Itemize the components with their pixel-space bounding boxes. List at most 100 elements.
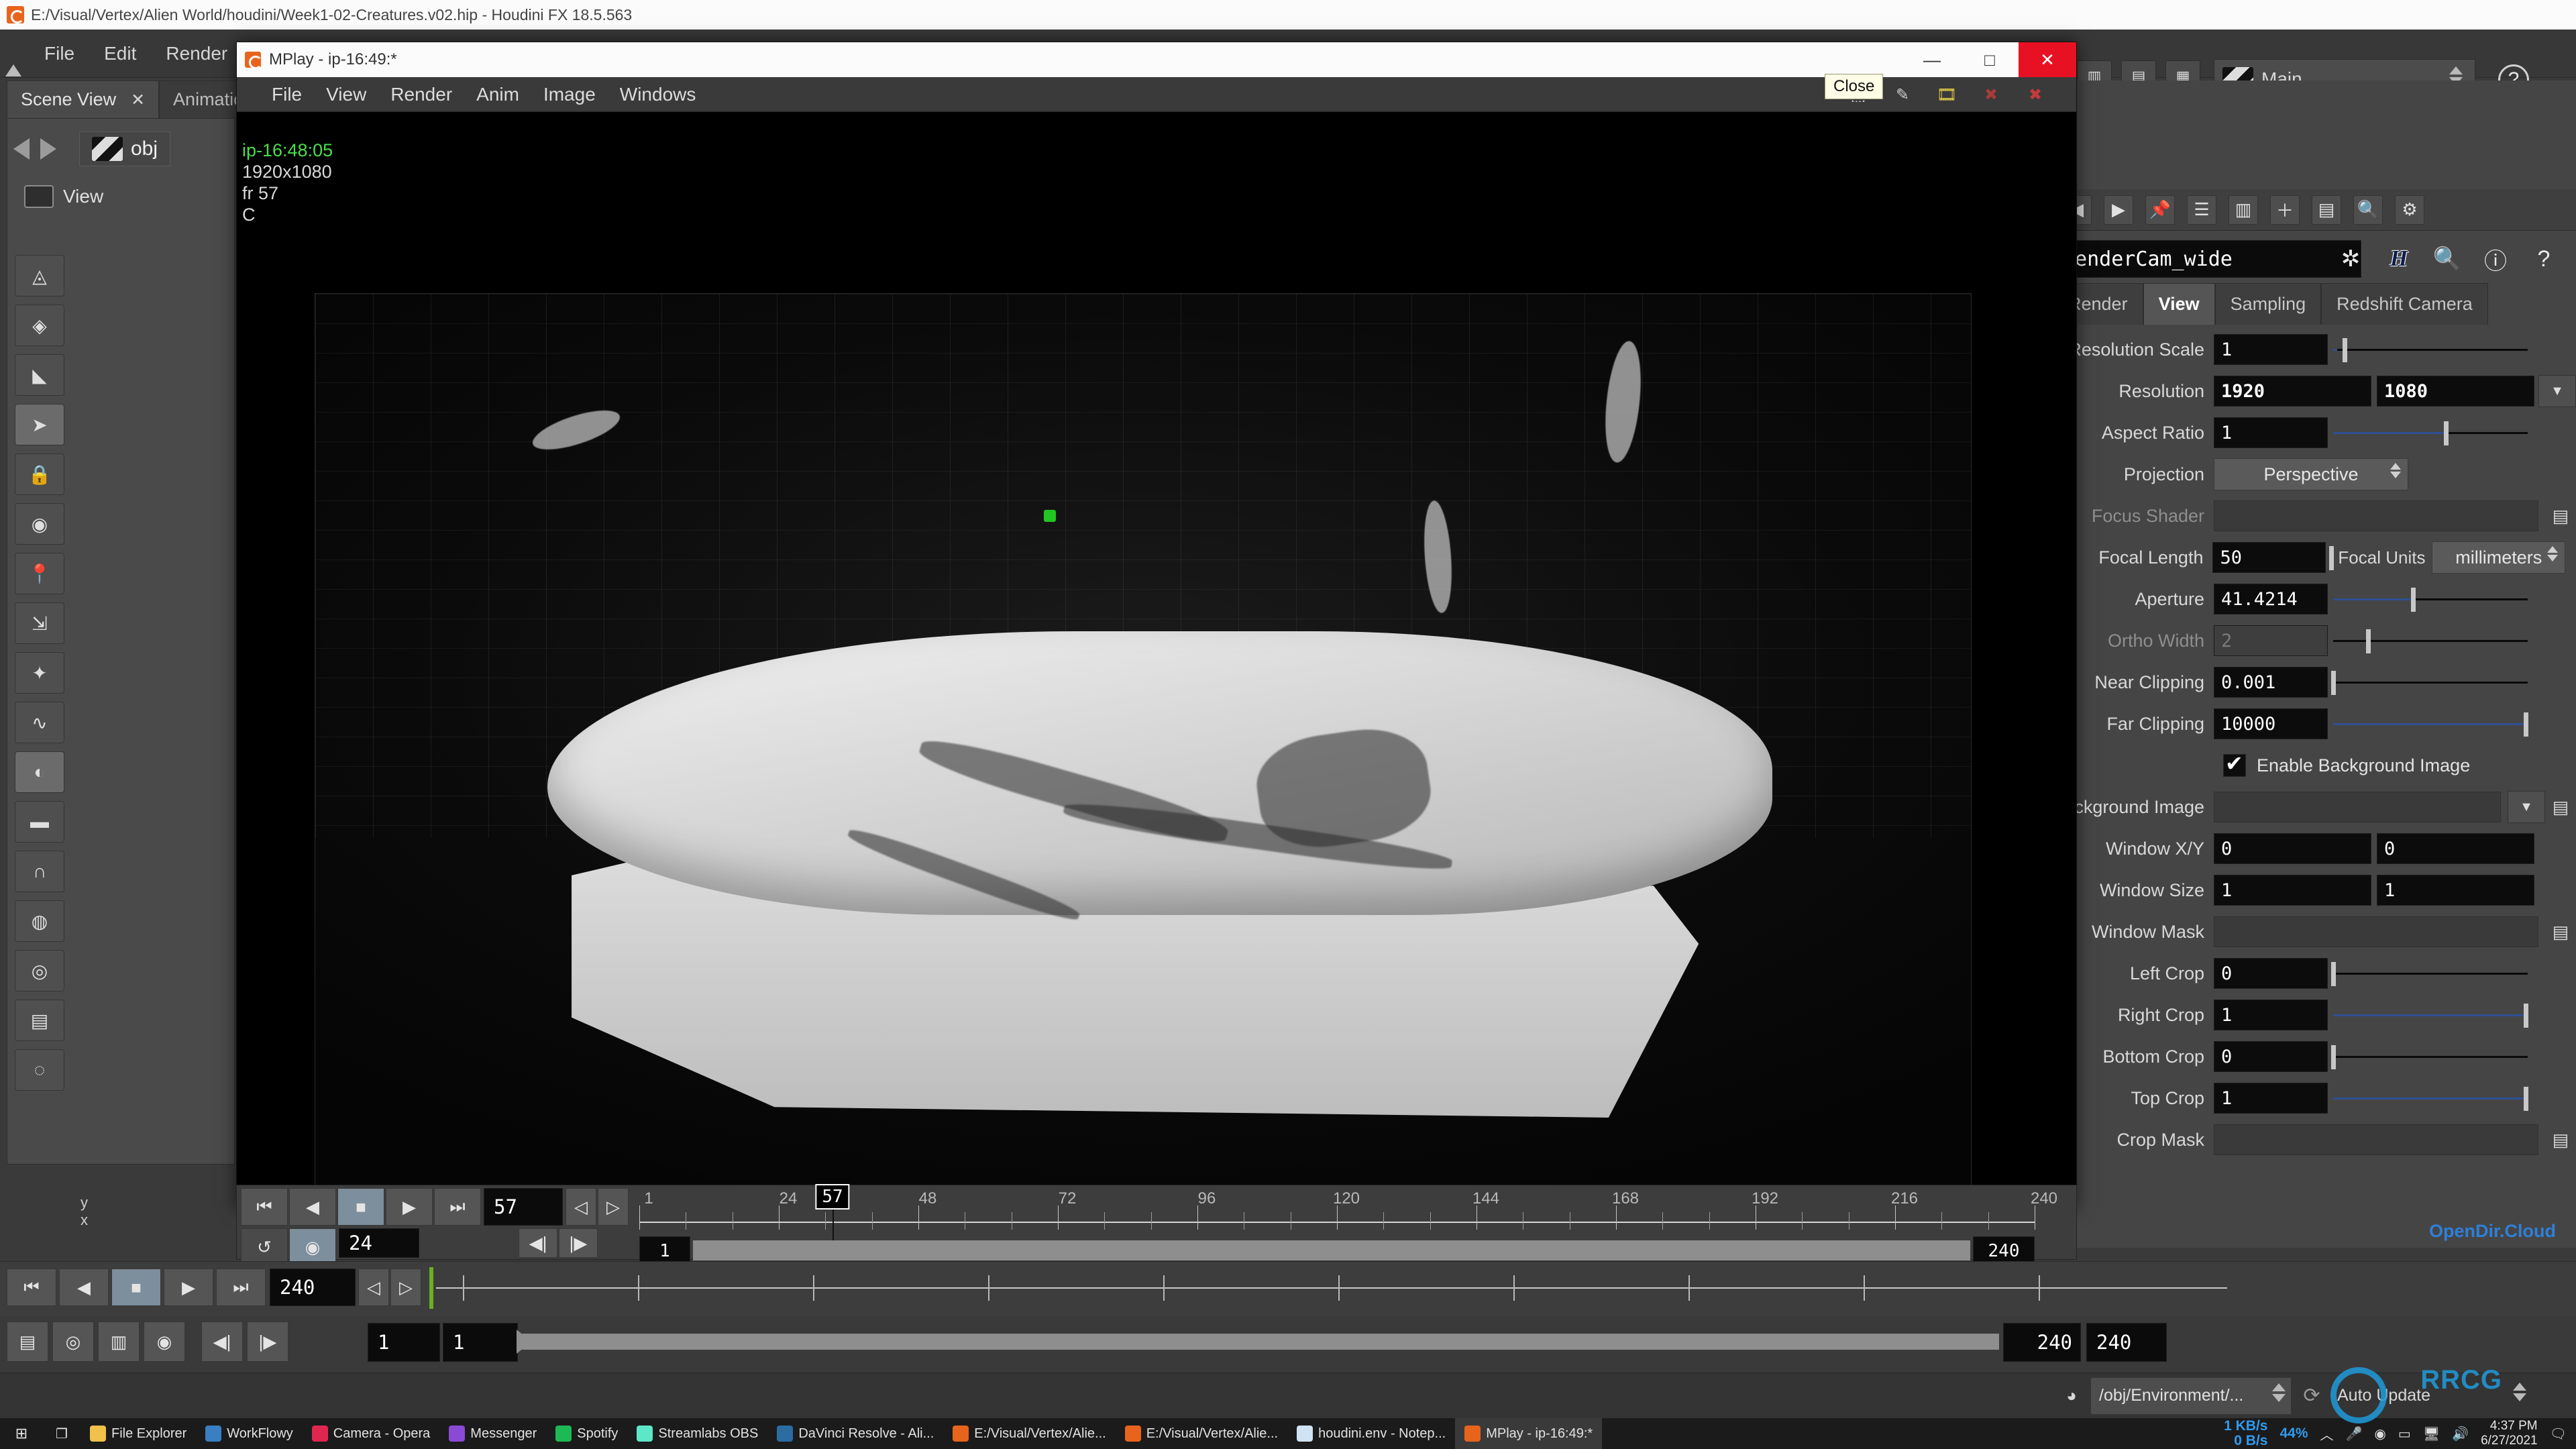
menu-render[interactable]: Render bbox=[151, 30, 242, 78]
mplay-menu-render[interactable]: Render bbox=[378, 84, 464, 105]
hou-frame-field[interactable]: 240 bbox=[270, 1269, 356, 1306]
mplay-menu-file[interactable]: File bbox=[260, 84, 314, 105]
mplay-play-button[interactable]: ▶ bbox=[386, 1188, 433, 1226]
clock[interactable]: 4:37 PM 6/27/2021 bbox=[2481, 1419, 2538, 1448]
notifications-icon[interactable]: 🗨 bbox=[2550, 1426, 2567, 1442]
curve-tool-icon[interactable]: ∿ bbox=[15, 702, 64, 743]
handle-tool-icon[interactable]: ◈ bbox=[15, 305, 64, 346]
minimize-button[interactable]: — bbox=[1903, 42, 1961, 77]
snapshot-tool-icon[interactable]: ◌ bbox=[15, 1049, 64, 1091]
taskbar-item[interactable]: Camera - Opera bbox=[303, 1418, 440, 1449]
location-icon[interactable]: ◉ bbox=[2374, 1426, 2385, 1442]
taskbar-item[interactable]: houdini.env - Notep... bbox=[1287, 1418, 1455, 1449]
mplay-menu-windows[interactable]: Windows bbox=[608, 84, 708, 105]
param-slider[interactable] bbox=[2333, 584, 2528, 614]
mplay-loop-button[interactable]: ↺ bbox=[241, 1228, 288, 1266]
start-button[interactable]: ⊞ bbox=[0, 1418, 43, 1449]
param-slider[interactable] bbox=[2331, 958, 2528, 989]
node-path-selector[interactable]: /obj/Environment/... bbox=[2090, 1377, 2292, 1415]
op-chooser-icon[interactable]: ▤ bbox=[2545, 1124, 2576, 1155]
menu-edit[interactable]: Edit bbox=[89, 30, 151, 78]
filmstrip-icon[interactable]: 🎞 bbox=[1930, 80, 1964, 109]
param-slider[interactable] bbox=[2331, 1041, 2528, 1072]
volume-icon[interactable]: 🔊 bbox=[2452, 1426, 2469, 1442]
tab-redshift-camera[interactable]: Redshift Camera bbox=[2321, 283, 2488, 325]
mplay-titlebar[interactable]: MPlay - ip-16:49:* — □ ✕ bbox=[237, 42, 2076, 77]
hou-play-button[interactable]: ▶ bbox=[164, 1269, 213, 1306]
maximize-button[interactable]: □ bbox=[1961, 42, 2019, 77]
stop-render-icon[interactable]: ✖ bbox=[1974, 80, 2008, 109]
mplay-menu-image[interactable]: Image bbox=[531, 84, 608, 105]
tab-sampling[interactable]: Sampling bbox=[2214, 283, 2322, 325]
param-value-field[interactable]: 1 bbox=[2214, 334, 2328, 365]
param-slider[interactable] bbox=[2333, 1083, 2529, 1114]
search-panel-icon[interactable]: 🔍 bbox=[2353, 195, 2383, 225]
mplay-jump-start-button[interactable]: ⏮ bbox=[241, 1188, 288, 1226]
param-slider[interactable] bbox=[2333, 417, 2528, 448]
viewport-view-label[interactable]: View bbox=[24, 185, 103, 208]
lock-tool-icon[interactable]: 🔒 bbox=[15, 453, 64, 495]
global-end-field[interactable]: 240 bbox=[2086, 1323, 2167, 1362]
forward-arrow-icon[interactable] bbox=[40, 138, 56, 160]
chevron-down-icon[interactable]: ▼ bbox=[2538, 375, 2576, 407]
help-question-icon[interactable]: ? bbox=[2526, 241, 2561, 276]
range-fill[interactable] bbox=[522, 1334, 1999, 1350]
edit-image-icon[interactable]: ✎ bbox=[1886, 80, 1919, 109]
chevron-down-icon[interactable]: ▼ bbox=[2508, 791, 2545, 823]
microphone-icon[interactable]: 🎤 bbox=[2346, 1426, 2363, 1442]
param-slider[interactable] bbox=[2333, 708, 2529, 739]
taskbar-item[interactable]: Spotify bbox=[546, 1418, 627, 1449]
playbar-settings-icon[interactable]: ▤ bbox=[7, 1322, 48, 1362]
hou-stop-button[interactable]: ■ bbox=[111, 1269, 161, 1306]
mplay-frame-field[interactable]: 57 bbox=[484, 1188, 563, 1226]
refresh-icon[interactable]: ⟳ bbox=[2292, 1377, 2332, 1415]
param-path-field[interactable] bbox=[2214, 1124, 2538, 1155]
select-tool-icon[interactable]: ◬ bbox=[15, 255, 64, 297]
list-icon[interactable]: ☰ bbox=[2187, 195, 2216, 225]
pin-tool-icon[interactable]: 📍 bbox=[15, 553, 64, 594]
hou-playhead[interactable] bbox=[429, 1267, 433, 1309]
param-value-field[interactable]: 10000 bbox=[2214, 708, 2328, 739]
taskbar-item[interactable]: WorkFlowy bbox=[196, 1418, 303, 1449]
op-chooser-icon[interactable]: ▤ bbox=[2545, 916, 2576, 947]
taskbar-item[interactable]: MPlay - ip-16:49:* bbox=[1455, 1418, 1603, 1449]
pointer-tool-icon[interactable]: ➤ bbox=[15, 404, 64, 445]
param-value-field-2[interactable]: 1 bbox=[2377, 875, 2534, 906]
node-name-field[interactable]: renderCam_wide bbox=[2053, 240, 2361, 278]
mplay-canvas[interactable]: ip-16:48:05 1920x1080 fr 57 C bbox=[237, 112, 2076, 1232]
op-chooser-icon[interactable]: ▤ bbox=[2545, 792, 2576, 822]
param-path-field[interactable] bbox=[2214, 916, 2538, 947]
globe-tool-icon[interactable]: ◍ bbox=[15, 900, 64, 942]
mplay-timeline-ruler[interactable]: 1 24 48 72 96 120 144 168 192 216 240 57 bbox=[639, 1184, 2057, 1246]
taskbar-item[interactable]: File Explorer bbox=[80, 1418, 196, 1449]
checkbox-icon[interactable] bbox=[2223, 751, 2246, 777]
range-end-field[interactable]: 240 bbox=[2003, 1323, 2081, 1362]
layers-tool-icon[interactable]: ▤ bbox=[15, 1000, 64, 1041]
param-slider[interactable] bbox=[2333, 1000, 2529, 1030]
light-tool-icon[interactable]: ✦ bbox=[15, 652, 64, 694]
chevron-updown-icon[interactable] bbox=[2547, 546, 2559, 561]
range-end-icon[interactable]: |▶ bbox=[247, 1322, 288, 1362]
hou-next-key-button[interactable]: ▷ bbox=[390, 1269, 421, 1306]
focal-units-combo[interactable]: millimeters bbox=[2432, 541, 2566, 574]
param-value-field[interactable]: 0 bbox=[2214, 833, 2371, 864]
selection-handle[interactable] bbox=[1043, 509, 1056, 522]
close-button[interactable]: ✕ bbox=[2019, 42, 2076, 77]
param-slider[interactable] bbox=[2331, 667, 2528, 698]
mplay-fps-field[interactable]: 24 bbox=[339, 1228, 419, 1258]
paint-tool-icon[interactable]: ◉ bbox=[15, 503, 64, 545]
mplay-range-bar[interactable]: 1 240 bbox=[639, 1236, 2035, 1266]
forward-icon[interactable]: ▶ bbox=[2104, 195, 2133, 225]
mplay-step-back-button[interactable]: ◀ bbox=[289, 1188, 336, 1226]
param-value-field[interactable]: 1 bbox=[2214, 875, 2371, 906]
mplay-menu-view[interactable]: View bbox=[314, 84, 378, 105]
global-start-field[interactable]: 1 bbox=[368, 1323, 440, 1362]
gear-icon[interactable]: ✲ bbox=[2333, 241, 2368, 276]
taskbar-item[interactable]: Streamlabs OBS bbox=[627, 1418, 767, 1449]
houdini-h-icon[interactable]: H bbox=[2381, 241, 2416, 276]
mplay-range-end-button[interactable]: |▶ bbox=[559, 1228, 598, 1258]
rendered-image[interactable] bbox=[315, 293, 1972, 1232]
param-combo[interactable]: Perspective bbox=[2214, 458, 2408, 490]
param-value-field-2[interactable]: 1080 bbox=[2377, 376, 2534, 407]
param-path-field[interactable] bbox=[2214, 500, 2538, 531]
